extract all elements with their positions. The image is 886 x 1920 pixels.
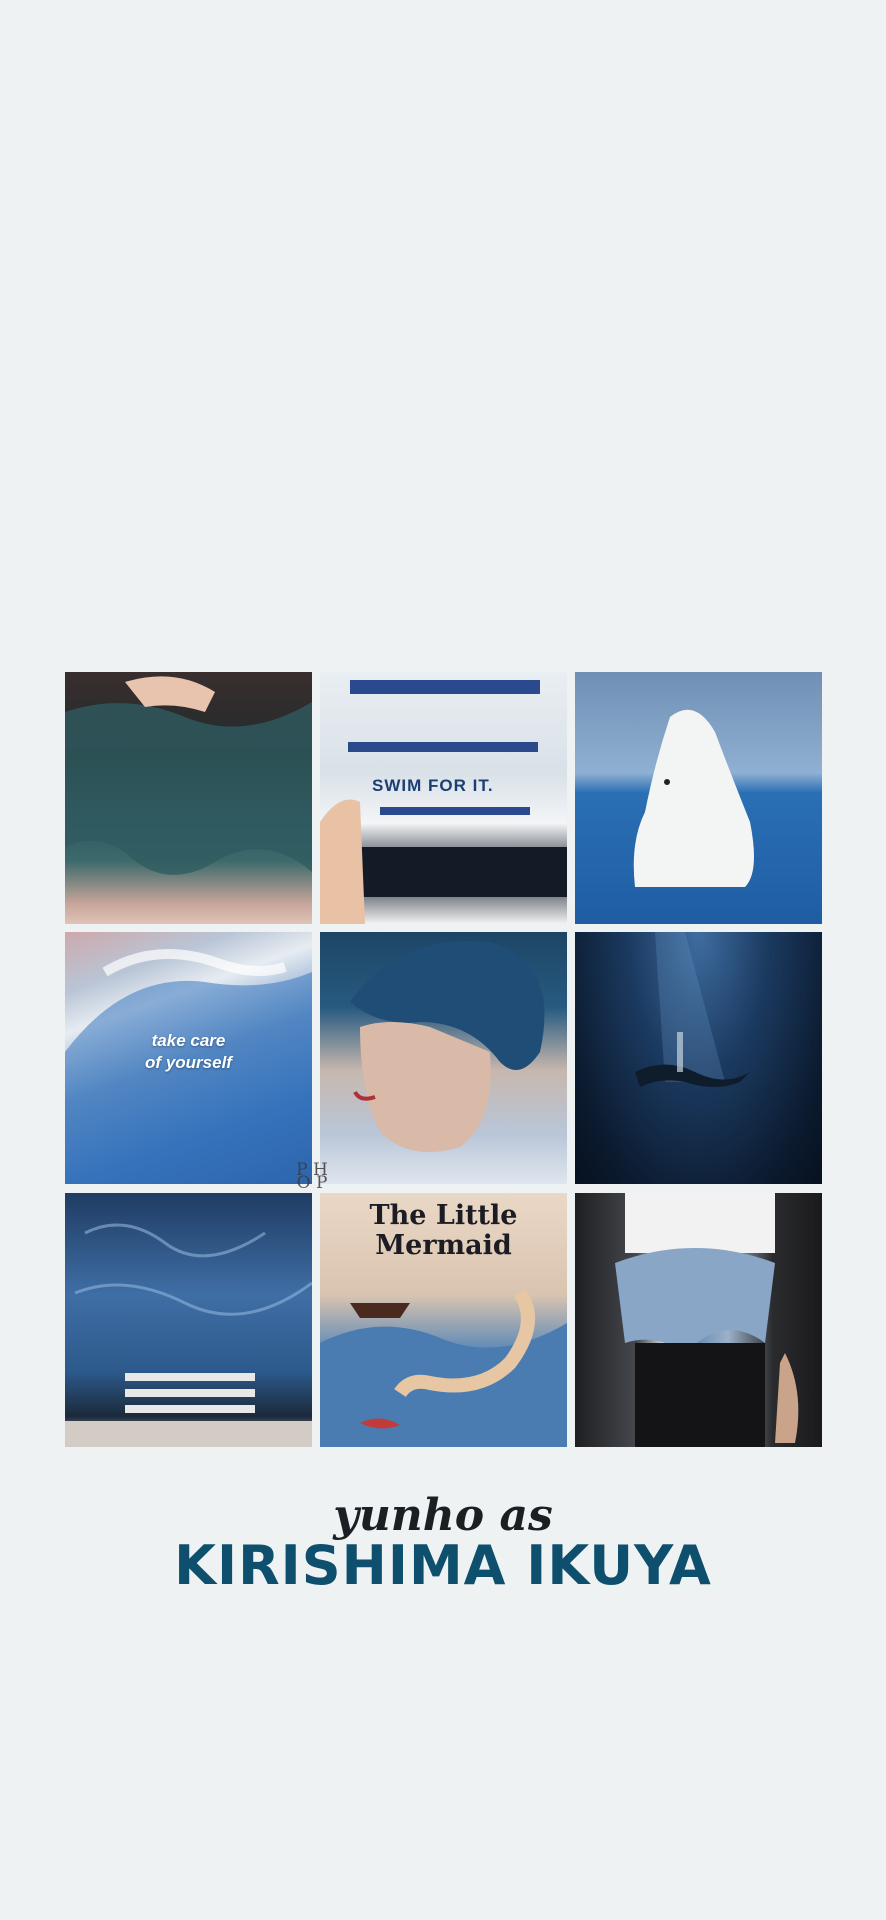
underwater-photo: [575, 932, 822, 1184]
little-mermaid-book-photo: The Little Mermaid: [320, 1193, 567, 1447]
swim-stand-photo: SWIM FOR IT.: [320, 672, 567, 924]
portrait-illustration: [350, 940, 545, 1152]
quote-text: take care of yourself: [145, 1031, 232, 1072]
character-title: KIRISHIMA IKUYA: [174, 1534, 712, 1597]
beluga-photo: [575, 672, 822, 924]
watermark-logo: P H O P: [287, 1162, 337, 1192]
moodboard-grid: SWIM FOR IT. take care of yourself The L…: [0, 0, 886, 1920]
swim-stand-illustration: [320, 680, 567, 924]
portrait-photo: [320, 932, 567, 1184]
pool-illustration: [65, 1223, 312, 1447]
book-title-text: The Little Mermaid: [369, 1200, 518, 1261]
jacket-illustration: [615, 1193, 799, 1447]
underwater-illustration: [635, 932, 750, 1087]
jacket-photo: [575, 1193, 822, 1447]
wave-photo: take care of yourself: [65, 932, 312, 1184]
pool-photo: [65, 1193, 312, 1447]
watermark-text: P H O P: [296, 1160, 328, 1193]
hair-illustration: [65, 676, 312, 875]
beluga-illustration: [633, 709, 754, 887]
swim-sign-text: SWIM FOR IT.: [372, 776, 494, 795]
hair-photo: [65, 672, 312, 924]
